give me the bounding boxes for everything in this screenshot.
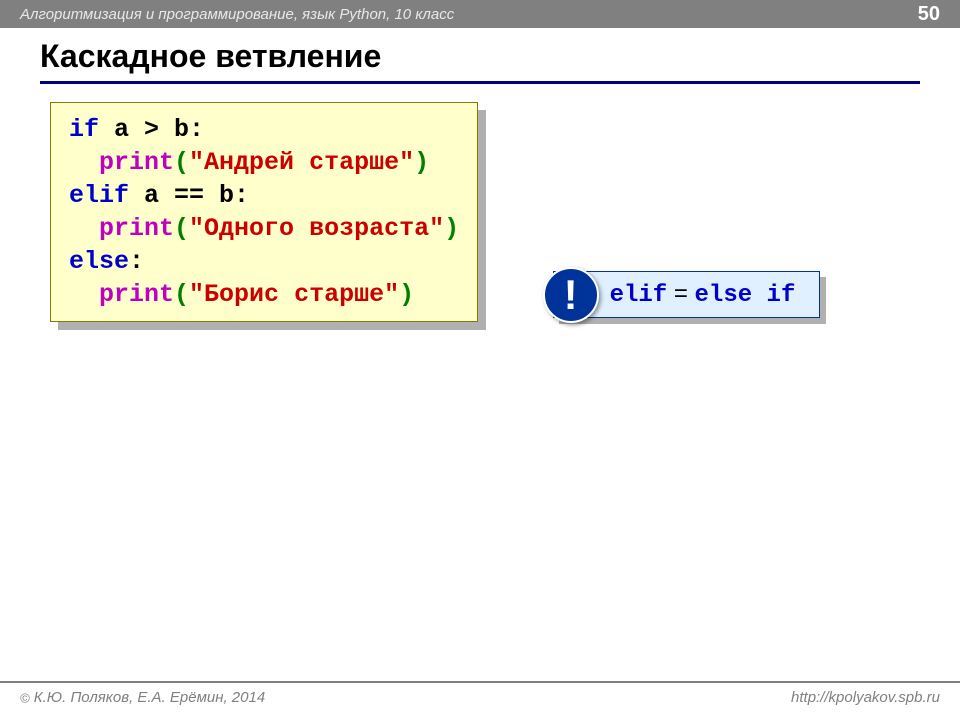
header-bar: Алгоритмизация и программирование, язык … xyxy=(0,0,960,28)
code-text: a == b: xyxy=(129,181,249,210)
note-equals: = xyxy=(667,280,694,307)
kw-if: if xyxy=(69,115,99,144)
code-text: : xyxy=(129,247,144,276)
slide-content: Каскадное ветвление if a > b: print("Анд… xyxy=(0,28,960,322)
footer-copyright: © К.Ю. Поляков, Е.А. Ерёмин, 2014 xyxy=(20,689,265,706)
string-literal: "Борис старше" xyxy=(189,280,399,309)
code-indent xyxy=(69,148,99,177)
paren: ( xyxy=(174,214,189,243)
fn-print: print xyxy=(99,214,174,243)
note-wrapper: ! elif = else if xyxy=(513,271,821,318)
string-literal: "Андрей старше" xyxy=(189,148,414,177)
note-elif: elif xyxy=(610,282,668,309)
exclamation-badge: ! xyxy=(543,267,599,323)
note-if: if xyxy=(752,282,795,309)
page-number: 50 xyxy=(918,3,940,26)
paren: ) xyxy=(399,280,414,309)
code-indent xyxy=(69,214,99,243)
slide-title: Каскадное ветвление xyxy=(40,38,920,84)
fn-print: print xyxy=(99,280,174,309)
paren: ) xyxy=(444,214,459,243)
note-else: else xyxy=(695,282,753,309)
paren: ) xyxy=(414,148,429,177)
code-block: if a > b: print("Андрей старше") elif a … xyxy=(50,102,478,322)
footer-url: http://kpolyakov.spb.ru xyxy=(791,689,940,706)
kw-elif: elif xyxy=(69,181,129,210)
code-block-wrapper: if a > b: print("Андрей старше") elif a … xyxy=(50,102,478,322)
fn-print: print xyxy=(99,148,174,177)
paren: ( xyxy=(174,148,189,177)
code-text: a > b: xyxy=(99,115,204,144)
kw-else: else xyxy=(69,247,129,276)
header-subject: Алгоритмизация и программирование, язык … xyxy=(20,6,454,23)
code-indent xyxy=(69,280,99,309)
footer: © К.Ю. Поляков, Е.А. Ерёмин, 2014 http:/… xyxy=(0,681,960,720)
exclamation-icon: ! xyxy=(564,271,578,319)
copyright-icon: © xyxy=(20,691,30,706)
paren: ( xyxy=(174,280,189,309)
string-literal: "Одного возраста" xyxy=(189,214,444,243)
